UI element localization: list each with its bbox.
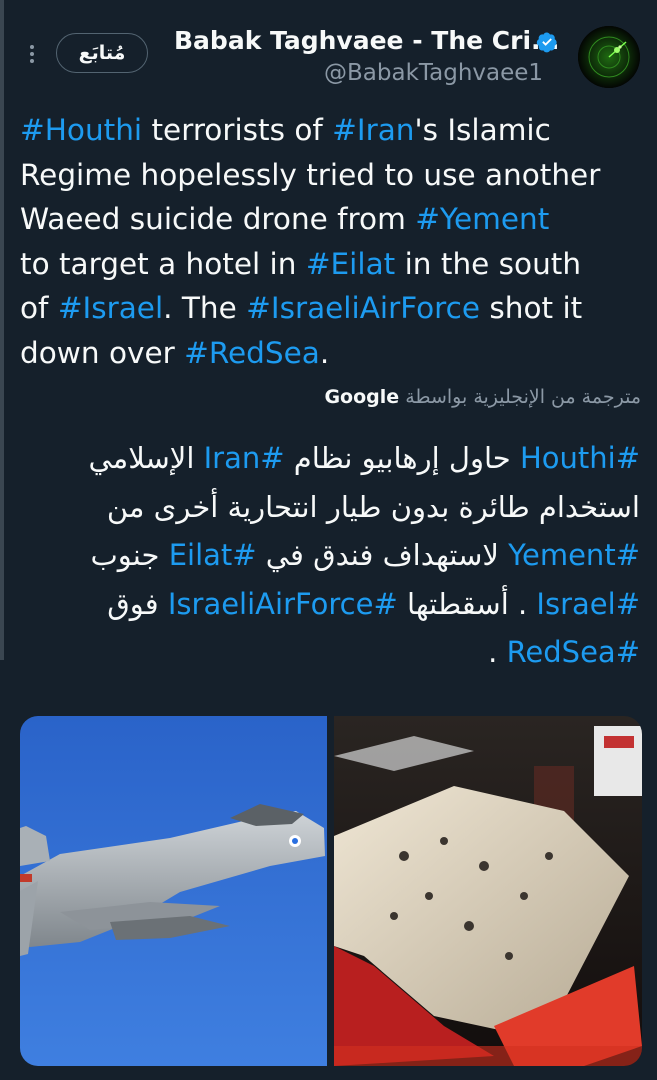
hashtag-link[interactable]: #Houthi [520, 441, 640, 475]
following-button[interactable]: مُتابَع [56, 33, 148, 73]
more-options-icon[interactable] [24, 42, 40, 72]
translation-line: #Houthi حاول إرهابيو نظام #Iran الإسلامي [18, 434, 641, 483]
hashtag-link[interactable]: #Israel [58, 291, 163, 325]
hashtag-link[interactable]: #Eilat [306, 247, 395, 281]
text-segment: 's Islamic [414, 113, 551, 147]
hashtag-link[interactable]: #IsraeliAirForce [246, 291, 480, 325]
tweet-line: of #Israel. The #IsraeliAirForce shot it [20, 286, 640, 331]
translation-provider[interactable]: Google [324, 386, 399, 408]
tweet-line: #Houthi terrorists of #Iran's Islamic [20, 108, 640, 153]
avatar[interactable] [578, 26, 640, 88]
tweet-text: #Houthi terrorists of #Iran's Islamic Reg… [20, 108, 640, 375]
hashtag-link[interactable]: #Eilat [169, 538, 257, 572]
translation-line: استخدام طائرة بدون طيار انتحارية أخرى من [18, 483, 640, 532]
text-segment: down over [20, 335, 185, 370]
hashtag-link[interactable]: #Iran [204, 441, 285, 475]
text-segment: الإسلامي [88, 441, 204, 475]
display-name[interactable]: Babak Taghvaee - The Cri... [174, 26, 560, 55]
text-segment: of [20, 291, 58, 325]
translation-line: #Yement لاستهداف فندق في #Eilat جنوب [18, 531, 641, 580]
tweet-line: Regime hopelessly tried to use another [20, 153, 640, 198]
fighter-jet-photo[interactable] [20, 716, 327, 1066]
text-segment: Waeed suicide drone from [20, 202, 416, 236]
translated-by-label: مترجمة من الإنجليزية بواسطة [405, 386, 641, 408]
text-segment: to target a hotel in [20, 246, 306, 281]
tweet-line: to target a hotel in #Eilat in the south [20, 242, 640, 287]
text-segment: استخدام طائرة بدون طيار انتحارية أخرى من [106, 489, 640, 524]
hashtag-link[interactable]: #IsraeliAirForce [168, 587, 398, 621]
text-segment: in the south [395, 246, 582, 281]
hashtag-link[interactable]: #Yement [415, 202, 549, 236]
drone-photo[interactable] [334, 716, 642, 1066]
hashtag-link[interactable]: #Yement [508, 538, 640, 572]
user-handle[interactable]: @BabakTaghvaee1 [324, 60, 543, 86]
text-segment: فوق [107, 586, 168, 621]
text-segment: حاول إرهابيو نظام [284, 441, 520, 475]
translated-by[interactable]: مترجمة من الإنجليزية بواسطة Google [324, 386, 641, 408]
verified-badge-icon [536, 32, 557, 53]
tweet-line: Waeed suicide drone from #Yement [20, 197, 640, 242]
tweet-line: down over #RedSea. [20, 331, 640, 376]
text-segment: terrorists of [142, 113, 333, 147]
text-segment: . [319, 335, 330, 370]
hashtag-link[interactable]: #Israel [536, 587, 640, 621]
text-segment: جنوب [90, 538, 169, 572]
text-segment: Regime hopelessly tried to use another [20, 157, 601, 192]
media-grid[interactable] [20, 716, 642, 1066]
text-segment: . أسقطتها [397, 586, 537, 621]
hashtag-link[interactable]: #RedSea [507, 635, 640, 669]
text-segment: . The [163, 291, 247, 325]
hashtag-link[interactable]: #RedSea [184, 336, 320, 370]
scrollbar[interactable] [0, 0, 4, 660]
hashtag-link[interactable]: #Houthi [20, 113, 142, 147]
translation-line: #RedSea . [18, 628, 640, 677]
text-segment: . [488, 635, 507, 669]
hashtag-link[interactable]: #Iran [332, 113, 414, 147]
translated-tweet-text: #Houthi حاول إرهابيو نظام #Iran الإسلامي… [18, 434, 641, 677]
text-segment: shot it [480, 291, 583, 325]
text-segment: لاستهداف فندق في [256, 538, 509, 572]
translation-line: #Israel . أسقطتها #IsraeliAirForce فوق [18, 580, 640, 629]
